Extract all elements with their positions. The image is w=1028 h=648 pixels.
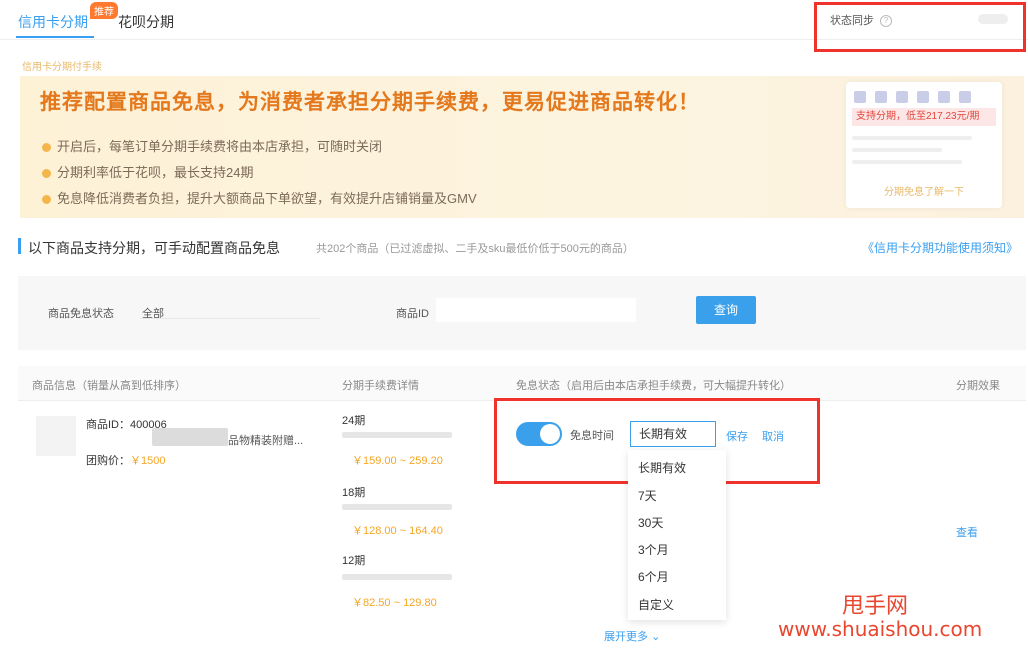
expand-more-link[interactable]: 展开更多 ⌄	[604, 628, 660, 644]
dropdown-option[interactable]: 6个月	[638, 568, 669, 585]
col-product-info: 商品信息（销量从高到低排序）	[32, 380, 186, 392]
period-fee: ￥159.00 ~ 259.20	[352, 455, 443, 467]
dropdown-option[interactable]: 自定义	[638, 596, 674, 613]
product-id-input[interactable]	[436, 298, 636, 322]
banner-preview-image: 支持分期，低至217.23元/期 分期免息了解一下	[846, 82, 1002, 208]
duration-select[interactable]: 长期有效	[630, 421, 716, 447]
col-fee-detail: 分期手续费详情	[342, 380, 419, 392]
tab-credit-card-installment[interactable]: 信用卡分期	[18, 12, 88, 32]
view-effect-link[interactable]: 查看	[956, 524, 978, 540]
section-title: 以下商品支持分期，可手动配置商品免息	[28, 240, 280, 256]
dropdown-option[interactable]: 长期有效	[638, 459, 686, 476]
preview-thumbnails	[854, 90, 980, 108]
preview-link: 分期免息了解一下	[884, 187, 964, 198]
sync-switch[interactable]	[978, 14, 1008, 24]
banner-bullet: 开启后，每笔订单分期手续费将由本店承担，可随时关闭	[42, 136, 382, 155]
help-doc-link[interactable]: 《信用卡分期功能使用须知》	[862, 239, 1018, 256]
chevron-down-icon: ⌄	[651, 631, 661, 643]
period-fee: ￥82.50 ~ 129.80	[352, 597, 437, 609]
col-interest-free-status: 免息状态（启用后由本店承担手续费，可大幅提升转化）	[516, 380, 791, 392]
status-sync: 状态同步?	[830, 12, 892, 28]
interest-free-toggle[interactable]	[516, 422, 562, 446]
recommend-badge: 推荐	[90, 2, 118, 19]
status-filter-label: 商品免息状态	[48, 308, 114, 320]
product-thumbnail	[36, 416, 76, 456]
bullet-dot-icon	[42, 143, 51, 153]
dropdown-option[interactable]: 7天	[638, 487, 657, 504]
product-count: 共202个商品（已过滤虚拟、二手及sku最低价低于500元的商品）	[316, 243, 634, 255]
status-sync-label: 状态同步	[830, 15, 874, 27]
banner-title: 推荐配置商品免息，为消费者承担分期手续费，更易促进商品转化！	[40, 91, 700, 114]
period-label: 24期	[342, 415, 366, 427]
duration-dropdown: 长期有效 7天 30天 3个月 6个月 自定义	[628, 450, 726, 620]
product-name[interactable]: 品物精装附赠...	[228, 432, 303, 448]
save-link[interactable]: 保存	[726, 428, 748, 444]
banner-bullet: 分期利率低于花呗，最长支持24期	[42, 162, 253, 181]
col-effect: 分期效果	[956, 380, 1000, 392]
bullet-dot-icon	[42, 195, 51, 205]
banner-bullet: 免息降低消费者负担，提升大额商品下单欲望，有效提升店铺销量及GMV	[42, 188, 477, 207]
section-marker	[18, 238, 21, 254]
dropdown-option[interactable]: 30天	[638, 514, 663, 531]
preview-promo: 支持分期，低至217.23元/期	[852, 108, 996, 126]
bullet-dot-icon	[42, 169, 51, 179]
query-button[interactable]: 查询	[696, 296, 756, 324]
cancel-link[interactable]: 取消	[762, 428, 784, 444]
watermark-url: www.shuaishou.com	[778, 617, 983, 641]
period-label: 18期	[342, 487, 366, 499]
active-tab-indicator	[16, 36, 94, 38]
product-id-label: 商品ID	[396, 308, 429, 320]
banner-caption: 信用卡分期付手续	[22, 62, 102, 73]
tab-huabei-installment[interactable]: 花呗分期	[118, 12, 174, 32]
blurred-text	[152, 428, 228, 446]
dropdown-option[interactable]: 3个月	[638, 541, 669, 558]
group-price: 团购价：￥1500	[86, 455, 166, 467]
period-label: 12期	[342, 555, 366, 567]
help-icon[interactable]: ?	[880, 15, 892, 28]
interest-free-time-label: 免息时间	[570, 430, 614, 442]
period-fee: ￥128.00 ~ 164.40	[352, 525, 443, 537]
watermark-title: 甩手网	[842, 594, 909, 619]
